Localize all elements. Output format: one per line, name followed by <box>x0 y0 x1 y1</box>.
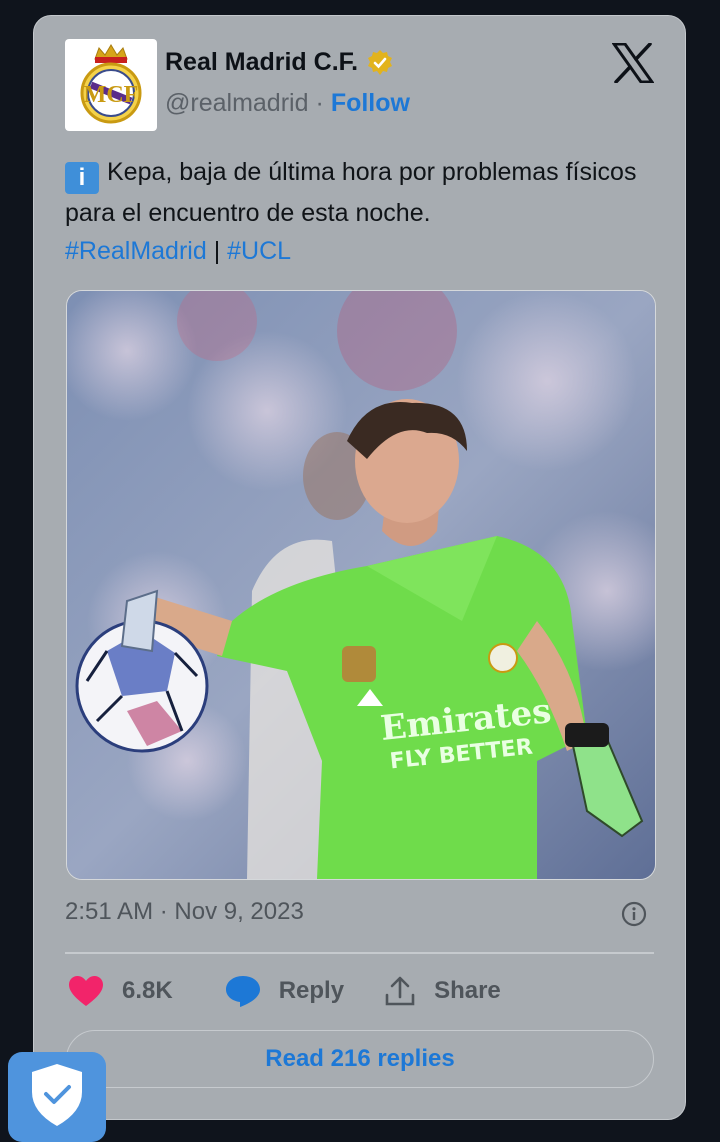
svg-text:MCF: MCF <box>84 82 139 108</box>
like-button[interactable]: 6.8K <box>68 975 173 1007</box>
tweet-text: i Kepa, baja de última hora por problemas… <box>65 153 665 270</box>
shield-check-icon <box>32 1064 82 1126</box>
reply-label: Reply <box>278 977 345 1004</box>
info-icon-emoji: i <box>65 162 99 194</box>
info-circle-icon[interactable] <box>621 901 647 927</box>
tweet-card: MCF Real Madrid C.F. @realmadrid · Follo… <box>33 15 686 1120</box>
security-shield-badge[interactable] <box>8 1052 106 1142</box>
verified-badge-icon <box>368 49 393 75</box>
share-button[interactable]: Share <box>384 975 501 1007</box>
heart-icon <box>69 976 103 1006</box>
tweet-body: Kepa, baja de última hora por problemas … <box>65 158 637 227</box>
speech-bubble-icon <box>225 976 260 1007</box>
account-name[interactable]: Real Madrid C.F. <box>165 48 358 77</box>
hashtag-separator: | <box>213 237 221 265</box>
goalkeeper-photo: Emirates FLY BETTER <box>67 291 655 879</box>
share-label: Share <box>434 977 501 1004</box>
follow-button[interactable]: Follow <box>331 89 410 118</box>
like-count: 6.8K <box>122 977 173 1004</box>
divider <box>65 952 654 954</box>
hashtag-realmadrid[interactable]: #RealMadrid <box>65 237 207 265</box>
read-replies-button[interactable]: Read 216 replies <box>66 1030 654 1088</box>
reply-button[interactable]: Reply <box>225 974 344 1008</box>
tweet-photo[interactable]: Emirates FLY BETTER <box>66 290 656 880</box>
avatar[interactable]: MCF <box>65 39 157 131</box>
share-upload-icon <box>385 976 415 1006</box>
account-handle[interactable]: @realmadrid <box>165 89 308 118</box>
tweet-timestamp[interactable]: 2:51 AM · Nov 9, 2023 <box>65 898 304 926</box>
separator-dot: · <box>315 89 324 117</box>
x-logo-icon[interactable] <box>612 43 654 83</box>
hashtag-ucl[interactable]: #UCL <box>227 237 291 265</box>
action-bar: 6.8K Reply Share <box>68 974 501 1008</box>
real-madrid-crest-icon: MCF <box>80 44 142 124</box>
